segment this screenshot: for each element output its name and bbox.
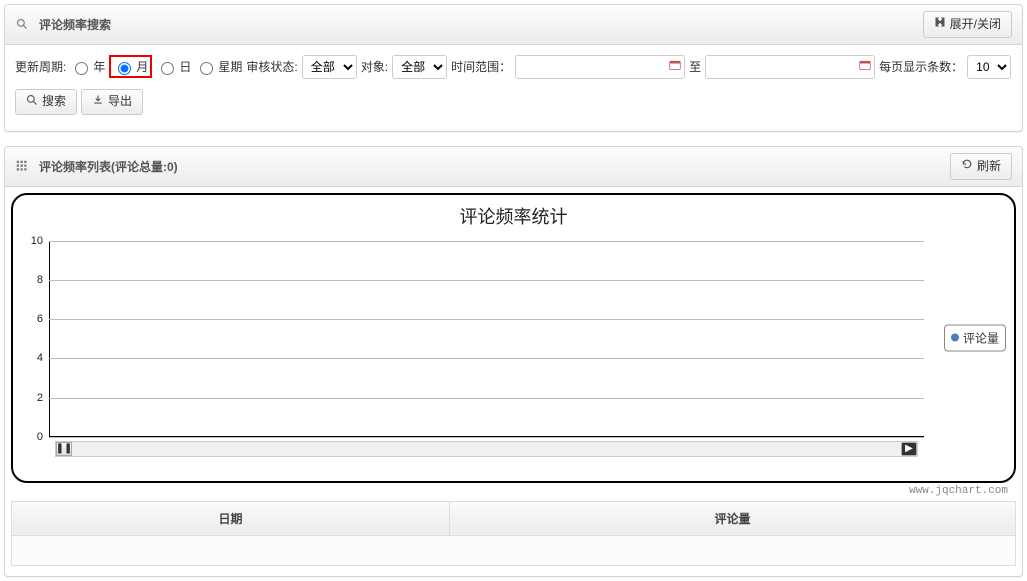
grid-line [49, 319, 924, 320]
y-tick-label: 10 [31, 235, 43, 247]
search-panel-title: 评论频率搜索 [39, 16, 923, 33]
download-icon [92, 94, 104, 111]
chart-scroll-track[interactable]: ❚❚ ▶ [55, 441, 918, 457]
radio-week[interactable]: 星期 [195, 58, 242, 75]
radio-year-input[interactable] [75, 62, 88, 75]
search-panel-body: 更新周期: 年 月 日 星期 审核状态: 全部 对象: [5, 45, 1022, 132]
update-cycle-label: 更新周期: [15, 58, 66, 75]
target-select[interactable]: 全部 [392, 55, 447, 79]
grid-line [49, 398, 924, 399]
per-page-select[interactable]: 10 [967, 55, 1011, 79]
data-table: 日期 评论量 [11, 501, 1016, 566]
y-tick-label: 0 [37, 431, 43, 443]
target-label: 对象: [361, 58, 388, 75]
chart-title: 评论频率统计 [13, 195, 1014, 233]
export-button[interactable]: 导出 [81, 89, 143, 116]
radio-year-label: 年 [93, 58, 105, 75]
search-panel: 评论频率搜索 展开/关闭 更新周期: 年 月 日 星 [4, 4, 1023, 132]
refresh-button[interactable]: 刷新 [950, 153, 1012, 180]
grid-icon [15, 160, 29, 172]
refresh-icon [961, 158, 973, 175]
toggle-button[interactable]: 展开/关闭 [923, 11, 1012, 38]
radio-month-label: 月 [136, 58, 148, 75]
table-header-row: 日期 评论量 [12, 501, 1016, 535]
radio-month[interactable]: 月 [109, 55, 152, 78]
toggle-label: 展开/关闭 [950, 17, 1001, 33]
grid-line [49, 280, 924, 281]
legend-marker [951, 334, 959, 342]
list-panel-header: 评论频率列表(评论总量:0) 刷新 [5, 147, 1022, 187]
chart-plot-area: 0246810 [49, 241, 924, 437]
date-from-input[interactable] [515, 55, 685, 79]
scroll-left-handle[interactable]: ❚❚ [56, 442, 72, 456]
radio-day-input[interactable] [161, 62, 174, 75]
radio-day[interactable]: 日 [156, 58, 191, 75]
per-page-label: 每页显示条数： [879, 58, 963, 75]
search-button[interactable]: 搜索 [15, 89, 77, 116]
y-tick-label: 4 [37, 352, 43, 364]
search-panel-header: 评论频率搜索 展开/关闭 [5, 5, 1022, 45]
y-axis [49, 241, 50, 437]
y-tick-label: 8 [37, 274, 43, 286]
time-range-label: 时间范围： [451, 58, 511, 75]
radio-month-input[interactable] [118, 62, 131, 75]
filter-row: 更新周期: 年 月 日 星期 审核状态: 全部 对象: [15, 55, 1012, 122]
col-date: 日期 [12, 501, 450, 535]
radio-year[interactable]: 年 [70, 58, 105, 75]
date-from-wrap [515, 55, 685, 79]
chart-legend: 评论量 [944, 324, 1006, 351]
refresh-button-label: 刷新 [977, 159, 1001, 175]
search-button-label: 搜索 [42, 94, 66, 110]
list-panel-body: 评论频率统计 0246810 评论量 ❚❚ ▶ www.jqchart.com … [5, 187, 1022, 576]
search-icon [26, 94, 38, 111]
toggle-icon [934, 16, 946, 33]
list-panel-title: 评论频率列表(评论总量:0) [39, 158, 950, 175]
grid-line [49, 241, 924, 242]
list-panel: 评论频率列表(评论总量:0) 刷新 评论频率统计 0246810 评论量 ❚❚ … [4, 146, 1023, 577]
grid-line [49, 358, 924, 359]
chart-container: 评论频率统计 0246810 评论量 ❚❚ ▶ www.jqchart.com [11, 193, 1016, 483]
y-tick-label: 6 [37, 313, 43, 325]
scroll-right-handle[interactable]: ▶ [901, 442, 917, 456]
to-label: 至 [689, 58, 701, 75]
empty-cell [12, 535, 1016, 565]
export-button-label: 导出 [108, 94, 132, 110]
search-icon [15, 18, 29, 30]
date-to-wrap [705, 55, 875, 79]
radio-day-label: 日 [179, 58, 191, 75]
table-row [12, 535, 1016, 565]
audit-select[interactable]: 全部 [302, 55, 357, 79]
radio-week-label: 星期 [218, 58, 242, 75]
date-to-input[interactable] [705, 55, 875, 79]
col-count: 评论量 [449, 501, 1015, 535]
legend-label: 评论量 [963, 329, 999, 346]
y-tick-label: 2 [37, 392, 43, 404]
chart-watermark: www.jqchart.com [909, 485, 1008, 497]
grid-line [49, 437, 924, 438]
audit-label: 审核状态: [246, 58, 297, 75]
radio-week-input[interactable] [200, 62, 213, 75]
